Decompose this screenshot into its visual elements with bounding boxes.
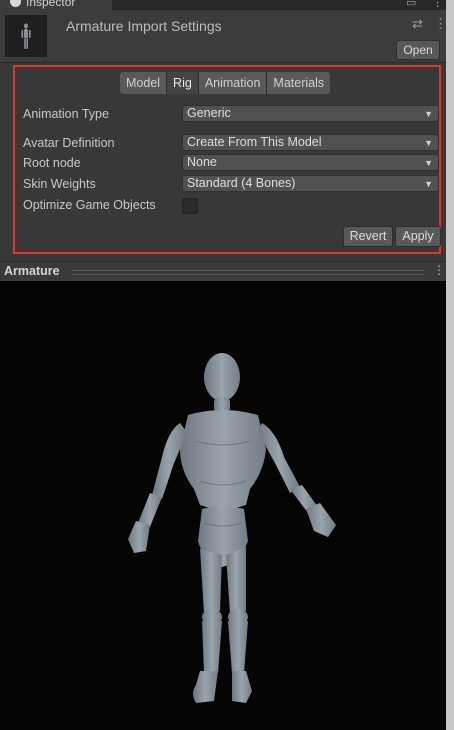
avatar-definition-value: Create From This Model [187,135,322,149]
tab-bar: Inspector ▭ ⋮ [0,0,446,10]
preview-header[interactable]: Armature ⋮ [0,261,446,282]
kebab-menu-icon[interactable]: ⋮ [432,0,443,9]
root-node-dropdown[interactable]: None ▼ [182,154,439,171]
kebab-menu-icon[interactable]: ⋮ [433,263,445,277]
chevron-down-icon: ▼ [424,109,433,119]
drag-handle[interactable] [72,270,424,275]
chevron-down-icon: ▼ [424,158,433,168]
settings-sliders-icon[interactable]: ⇄ [412,16,423,32]
info-icon [10,0,21,7]
skin-weights-label: Skin Weights [23,177,96,191]
animation-type-value: Generic [187,106,231,120]
tab-inspector[interactable]: Inspector [0,0,112,10]
skin-weights-dropdown[interactable]: Standard (4 Bones) ▼ [182,175,439,192]
root-node-label: Root node [23,156,81,170]
tab-materials[interactable]: Materials [267,72,331,94]
tab-rig[interactable]: Rig [167,72,199,94]
tab-inspector-label: Inspector [26,0,76,9]
apply-button[interactable]: Apply [395,226,441,247]
animation-type-label: Animation Type [23,107,109,121]
chevron-down-icon: ▼ [424,138,433,148]
revert-button[interactable]: Revert [343,226,393,247]
rig-settings-panel: Model Rig Animation Materials Animation … [13,65,441,254]
avatar-definition-label: Avatar Definition [23,136,115,150]
mannequin-model [128,353,336,703]
preview-title: Armature [4,264,60,278]
import-tabs: Model Rig Animation Materials [120,72,331,94]
kebab-menu-icon[interactable]: ⋮ [434,16,446,32]
lock-icon[interactable]: ▭ [406,0,416,9]
asset-thumbnail [5,15,47,57]
optimize-game-objects-label: Optimize Game Objects [23,198,156,212]
page-title: Armature Import Settings [66,18,222,34]
model-preview-viewport[interactable] [0,281,446,730]
inspector-window: Inspector ▭ ⋮ Armature Import Settings ⇄… [0,0,446,730]
open-button[interactable]: Open [396,40,440,60]
asset-header: Armature Import Settings ⇄ ⋮ Open [0,10,446,63]
tab-animation[interactable]: Animation [198,72,268,94]
chevron-down-icon: ▼ [424,179,433,189]
avatar-definition-dropdown[interactable]: Create From This Model ▼ [182,134,439,151]
root-node-value: None [187,155,217,169]
skin-weights-value: Standard (4 Bones) [187,176,296,190]
optimize-game-objects-checkbox[interactable] [182,198,198,214]
tab-model[interactable]: Model [120,72,168,94]
animation-type-dropdown[interactable]: Generic ▼ [182,105,439,122]
